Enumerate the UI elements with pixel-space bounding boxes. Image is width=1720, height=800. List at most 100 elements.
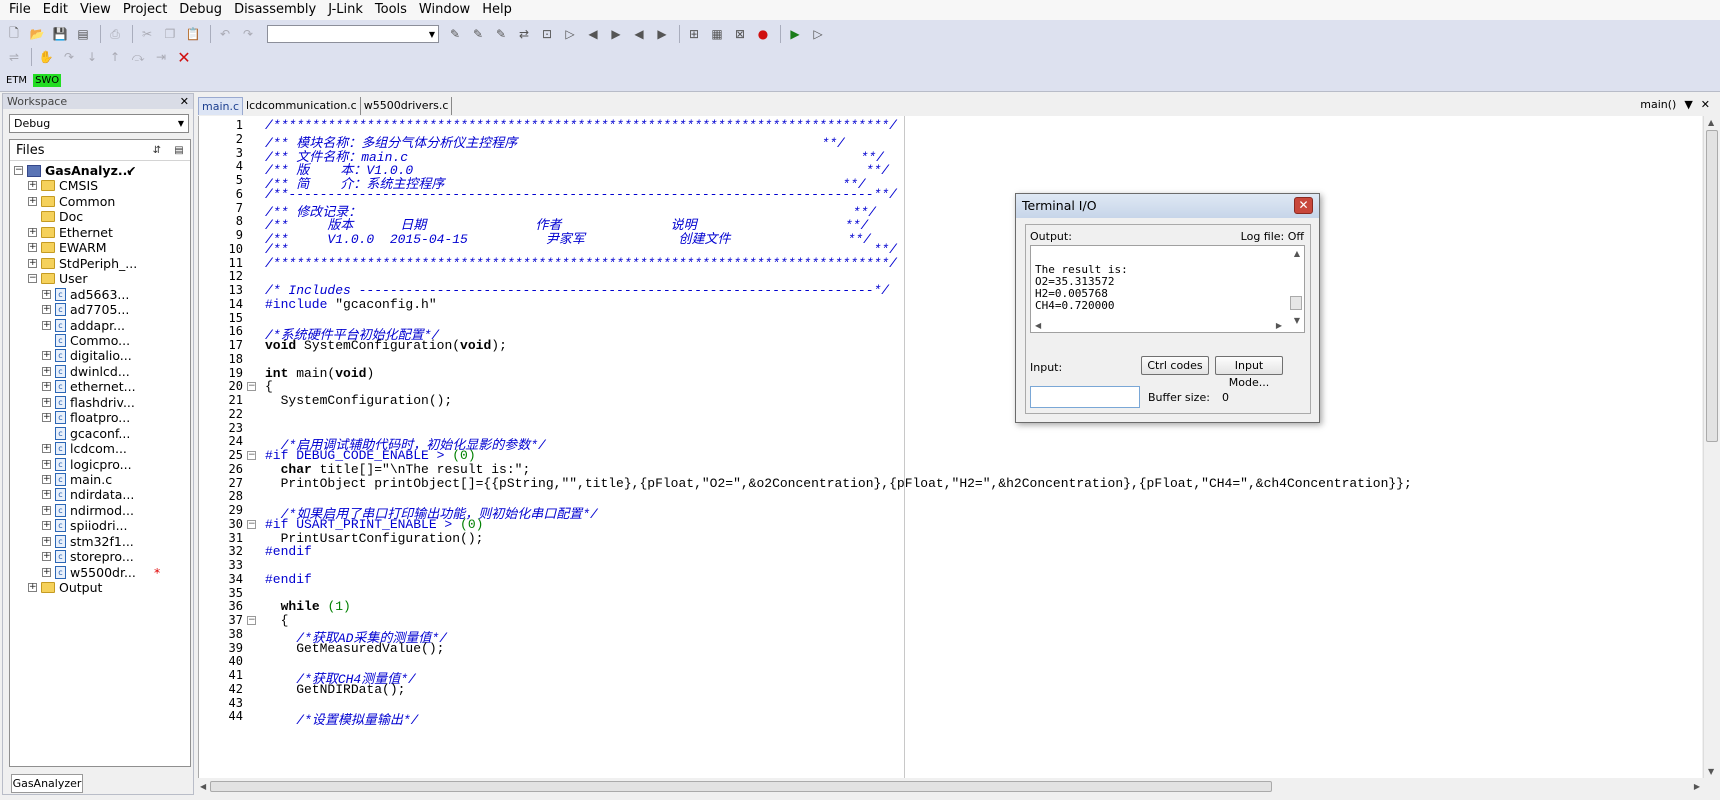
tree-item[interactable]: + c dwinlcd... <box>42 363 130 380</box>
input-mode-button[interactable]: Input Mode... <box>1215 356 1283 389</box>
tree-item[interactable]: + StdPeriph_... <box>28 255 137 272</box>
function-dropdown[interactable]: main() ▼ ✕ <box>1640 96 1710 114</box>
close-icon[interactable]: ✕ <box>180 94 189 109</box>
editor-tab[interactable]: lcdcommunication.c <box>243 97 361 115</box>
menu-debug[interactable]: Debug <box>173 0 228 20</box>
expand-icon[interactable]: + <box>28 258 37 268</box>
scroll-right-icon[interactable]: ▶ <box>1694 782 1700 791</box>
sort-icon[interactable]: ⇵ <box>146 145 168 156</box>
terminal-output[interactable]: The result is: O2=35.313572 H2=0.005768 CH4… <box>1030 245 1305 333</box>
break-hand-icon[interactable]: ✋ <box>36 47 56 67</box>
ctrl-codes-button[interactable]: Ctrl codes <box>1141 356 1209 375</box>
expand-icon[interactable]: + <box>42 289 51 299</box>
expand-icon[interactable]: + <box>28 227 37 237</box>
menu-tools[interactable]: Tools <box>369 0 413 20</box>
output-scroll-thumb[interactable] <box>1290 296 1302 310</box>
vertical-scroll-thumb[interactable] <box>1706 130 1718 442</box>
copy-icon[interactable]: ❐ <box>160 24 180 44</box>
close-icon[interactable]: ✕ <box>1701 96 1710 114</box>
terminal-title-bar[interactable]: Terminal I/O ✕ <box>1016 194 1319 218</box>
code-editor[interactable]: 1 /**************************************… <box>198 116 1702 778</box>
fold-toggle-icon[interactable]: − <box>247 382 256 392</box>
bookmark-icon[interactable]: ▷ <box>560 24 580 44</box>
horizontal-scrollbar[interactable]: ◀ ▶ <box>198 778 1702 795</box>
menu-j-link[interactable]: J-Link <box>322 0 369 20</box>
expand-icon[interactable]: + <box>42 366 51 376</box>
expand-icon[interactable]: + <box>42 397 51 407</box>
expand-icon[interactable]: + <box>42 490 51 500</box>
find-combobox[interactable]: ▼ <box>267 25 439 43</box>
goto-icon[interactable]: ⊡ <box>537 24 557 44</box>
undo-icon[interactable]: ↶ <box>215 24 235 44</box>
tree-item[interactable]: + c logicpro... <box>42 456 132 473</box>
expand-icon[interactable]: + <box>42 320 51 330</box>
tree-item[interactable]: + EWARM <box>28 239 107 256</box>
tree-item[interactable]: c Commo... <box>42 332 130 349</box>
compile-icon[interactable]: ⊞ <box>684 24 704 44</box>
tree-item[interactable]: + c digitalio... <box>42 347 132 364</box>
editor-tab[interactable]: main.c <box>198 97 244 115</box>
menu-help[interactable]: Help <box>476 0 518 20</box>
step-combo-icon[interactable]: ⇌ <box>4 47 24 67</box>
tree-item[interactable]: + c floatpro... <box>42 409 130 426</box>
fold-toggle-icon[interactable]: − <box>247 519 256 529</box>
scroll-down-icon[interactable]: ▼ <box>1294 316 1300 325</box>
scroll-up-icon[interactable]: ▲ <box>1708 118 1714 127</box>
run-to-cursor-icon[interactable]: ⇥ <box>151 47 171 67</box>
download-debug-icon[interactable]: ▶ <box>785 24 805 44</box>
find-icon[interactable]: ✎ <box>445 24 465 44</box>
step-out-icon[interactable]: ↑ <box>105 47 125 67</box>
expand-icon[interactable]: + <box>28 583 37 593</box>
menu-view[interactable]: View <box>74 0 117 20</box>
tree-item[interactable]: + c addapr... <box>42 317 125 334</box>
editor-tab[interactable]: w5500drivers.c <box>361 97 453 115</box>
step-over-icon[interactable]: ↷ <box>59 47 79 67</box>
expand-icon[interactable]: + <box>42 521 51 531</box>
tree-item[interactable]: + c ad5663... <box>42 286 129 303</box>
expand-icon[interactable]: + <box>42 413 51 423</box>
expand-icon[interactable]: + <box>42 444 51 454</box>
tree-item[interactable]: + c lcdcom... <box>42 440 127 457</box>
build-config-select[interactable]: Debug ▼ <box>9 114 189 133</box>
tree-item[interactable]: − User <box>28 270 88 287</box>
scroll-left-icon[interactable]: ◀ <box>1035 321 1041 330</box>
expand-icon[interactable]: − <box>14 166 23 175</box>
make-icon[interactable]: ▦ <box>707 24 727 44</box>
scroll-right-icon[interactable]: ▶ <box>1276 321 1282 330</box>
cut-icon[interactable]: ✂ <box>137 24 157 44</box>
tree-item[interactable]: + c ad7705... <box>42 301 129 318</box>
new-file-icon[interactable]: 🗋 <box>4 24 24 44</box>
tree-item[interactable]: + c flashdriv... <box>42 394 135 411</box>
expand-icon[interactable]: + <box>42 536 51 546</box>
terminal-input-field[interactable] <box>1030 386 1140 408</box>
tree-item[interactable]: + c w5500dr... * <box>42 564 160 581</box>
next-statement-icon[interactable]: ⤼ <box>128 47 148 67</box>
tree-item[interactable]: + c storepro... <box>42 548 134 565</box>
tree-item[interactable]: + c ndirdata... <box>42 486 134 503</box>
save-icon[interactable]: 💾 <box>50 24 70 44</box>
swo-button[interactable]: SWO <box>33 73 62 87</box>
expand-icon[interactable]: + <box>28 181 37 191</box>
save-all-icon[interactable]: ▤ <box>73 24 93 44</box>
expand-icon[interactable]: + <box>42 382 51 392</box>
menu-edit[interactable]: Edit <box>37 0 74 20</box>
open-folder-icon[interactable]: 📂 <box>27 24 47 44</box>
navigate-back-icon[interactable]: ◀ <box>629 24 649 44</box>
tree-item[interactable]: + Ethernet <box>28 224 113 241</box>
tree-item[interactable]: + c spiiodri... <box>42 517 128 534</box>
expand-icon[interactable]: + <box>28 196 37 206</box>
find-prev-icon[interactable]: ✎ <box>491 24 511 44</box>
tree-item[interactable]: Doc <box>28 208 83 225</box>
tree-item[interactable]: + c stm32f1... <box>42 533 134 550</box>
fold-toggle-icon[interactable]: − <box>247 616 256 625</box>
expand-icon[interactable]: + <box>42 552 51 562</box>
scroll-left-icon[interactable]: ◀ <box>200 782 206 791</box>
bookmark-next-icon[interactable]: ▶ <box>606 24 626 44</box>
collapse-icon[interactable]: − <box>28 274 37 284</box>
tree-item[interactable]: + Common <box>28 193 115 210</box>
stop-debug-icon[interactable]: ✕ <box>174 47 194 67</box>
workspace-tab[interactable]: GasAnalyzer <box>11 774 83 793</box>
expand-icon[interactable]: + <box>42 475 51 484</box>
vertical-scrollbar[interactable]: ▲ ▼ <box>1703 116 1720 778</box>
replace-icon[interactable]: ⇄ <box>514 24 534 44</box>
